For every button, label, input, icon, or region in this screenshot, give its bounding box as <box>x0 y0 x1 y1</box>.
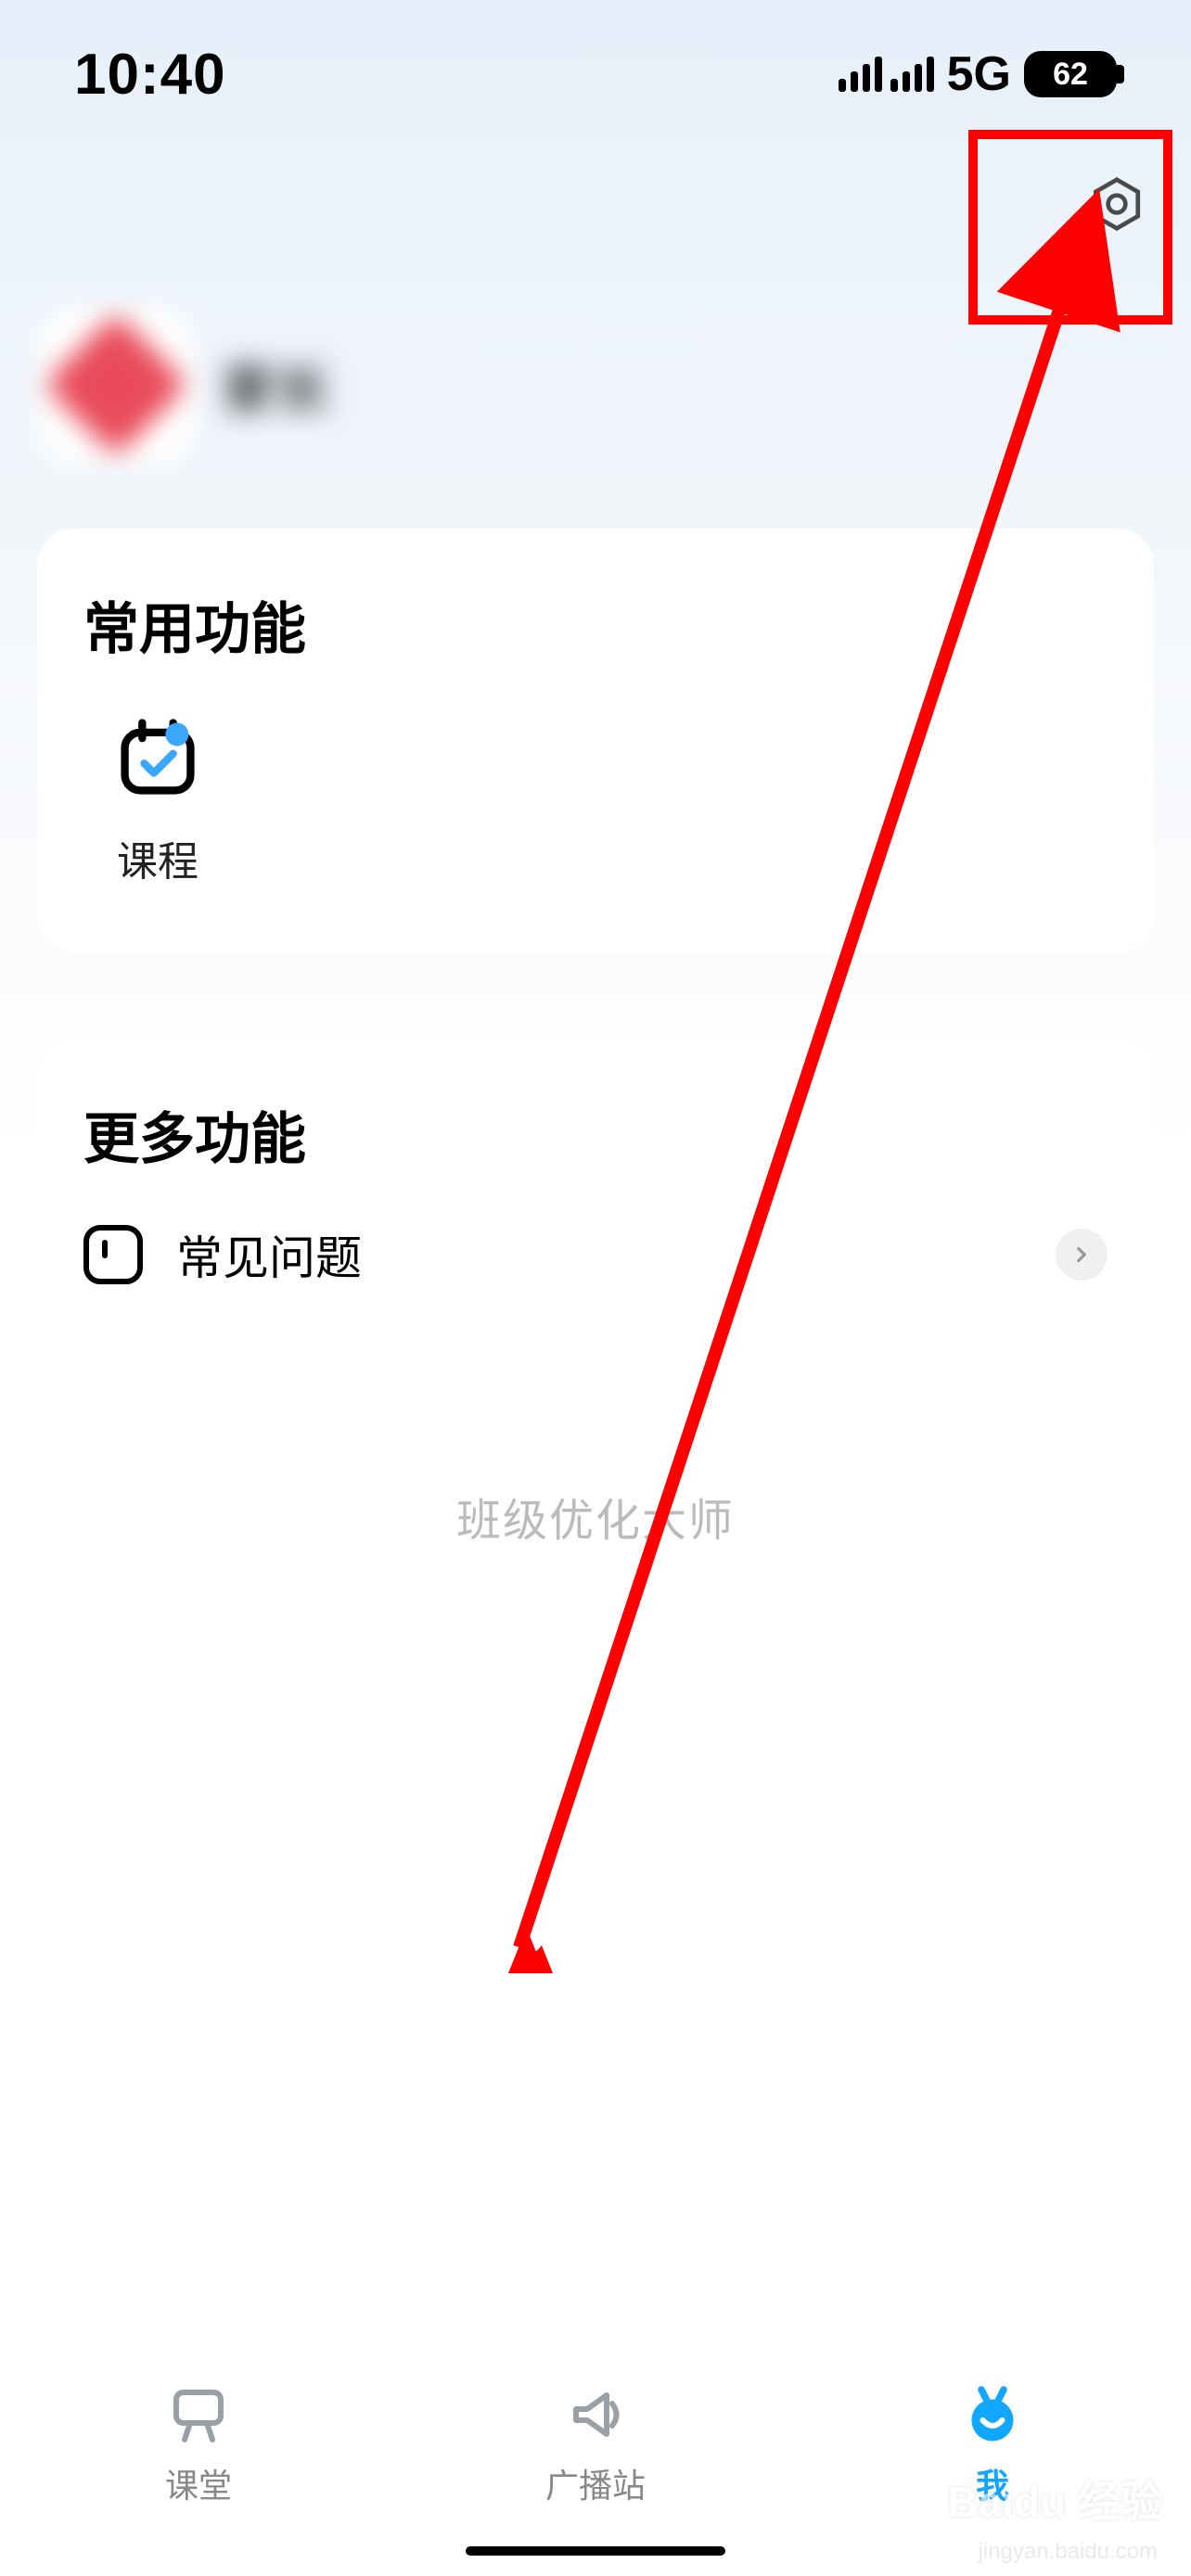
more-functions-title: 更多功能 <box>83 1094 1108 1175</box>
classroom-icon <box>165 2381 232 2448</box>
common-functions-card: 常用功能 课程 <box>37 529 1154 952</box>
calendar-check-icon <box>111 711 204 804</box>
nav-label: 广播站 <box>545 2459 646 2507</box>
broadcast-icon <box>562 2381 629 2448</box>
network-label: 5G <box>947 46 1011 102</box>
function-item-course[interactable]: 课程 <box>83 711 232 887</box>
me-icon <box>959 2381 1026 2448</box>
app-brand-label: 班级优化大师 <box>0 1484 1191 1549</box>
signal-icon <box>839 57 934 92</box>
watermark: Baidu 经验 <box>947 2468 1163 2530</box>
battery-level: 62 <box>1053 57 1088 93</box>
battery-icon: 62 <box>1024 51 1117 97</box>
profile-name: 家长 <box>223 346 330 424</box>
settings-button[interactable] <box>1080 167 1154 241</box>
profile-header[interactable]: 家长 <box>37 306 330 464</box>
nav-item-broadcast[interactable]: 广播站 <box>503 2381 688 2507</box>
status-bar: 10:40 5G 62 <box>0 37 1191 111</box>
settings-gear-icon <box>1084 172 1149 236</box>
function-label: 课程 <box>117 828 198 887</box>
faq-icon <box>83 1225 143 1284</box>
home-indicator[interactable] <box>466 2546 725 2556</box>
common-functions-title: 常用功能 <box>83 584 1108 665</box>
more-functions-card: 更多功能 常见问题 <box>37 1039 1154 1353</box>
chevron-right-icon <box>1056 1229 1108 1281</box>
nav-label: 课堂 <box>165 2459 232 2507</box>
status-time: 10:40 <box>74 42 226 108</box>
nav-item-classroom[interactable]: 课堂 <box>106 2381 291 2507</box>
status-right-cluster: 5G 62 <box>839 46 1117 102</box>
avatar <box>37 306 195 464</box>
row-item-faq[interactable]: 常见问题 <box>83 1221 1108 1288</box>
row-label: 常见问题 <box>176 1221 1022 1288</box>
watermark-sub: jingyan.baidu.com <box>979 2539 1158 2565</box>
